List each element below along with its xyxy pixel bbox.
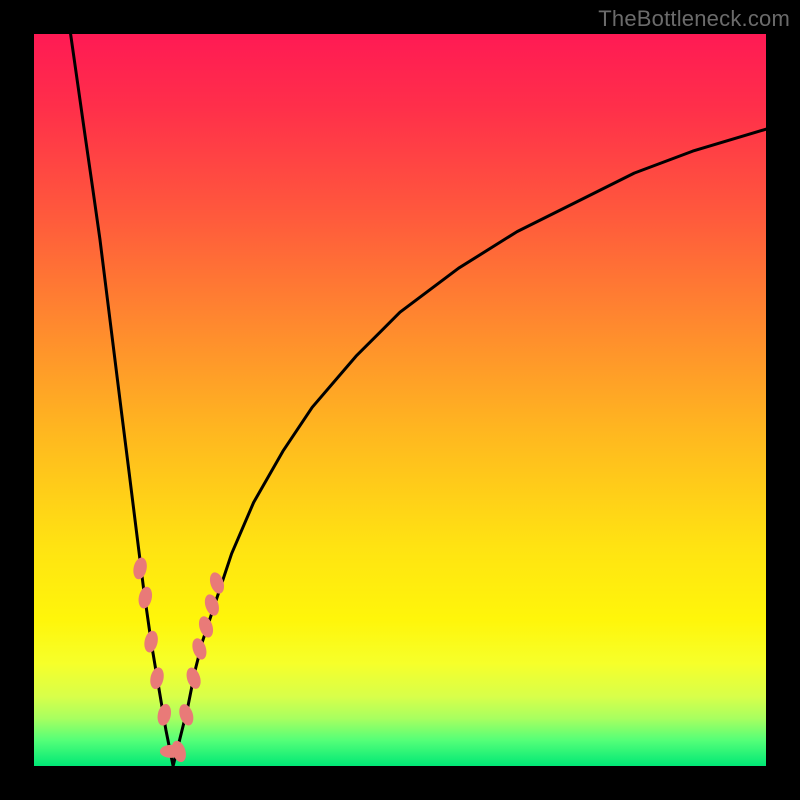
chart-svg bbox=[34, 34, 766, 766]
plot-area bbox=[34, 34, 766, 766]
watermark-text: TheBottleneck.com bbox=[598, 6, 790, 32]
outer-frame: TheBottleneck.com bbox=[0, 0, 800, 800]
gradient-background bbox=[34, 34, 766, 766]
